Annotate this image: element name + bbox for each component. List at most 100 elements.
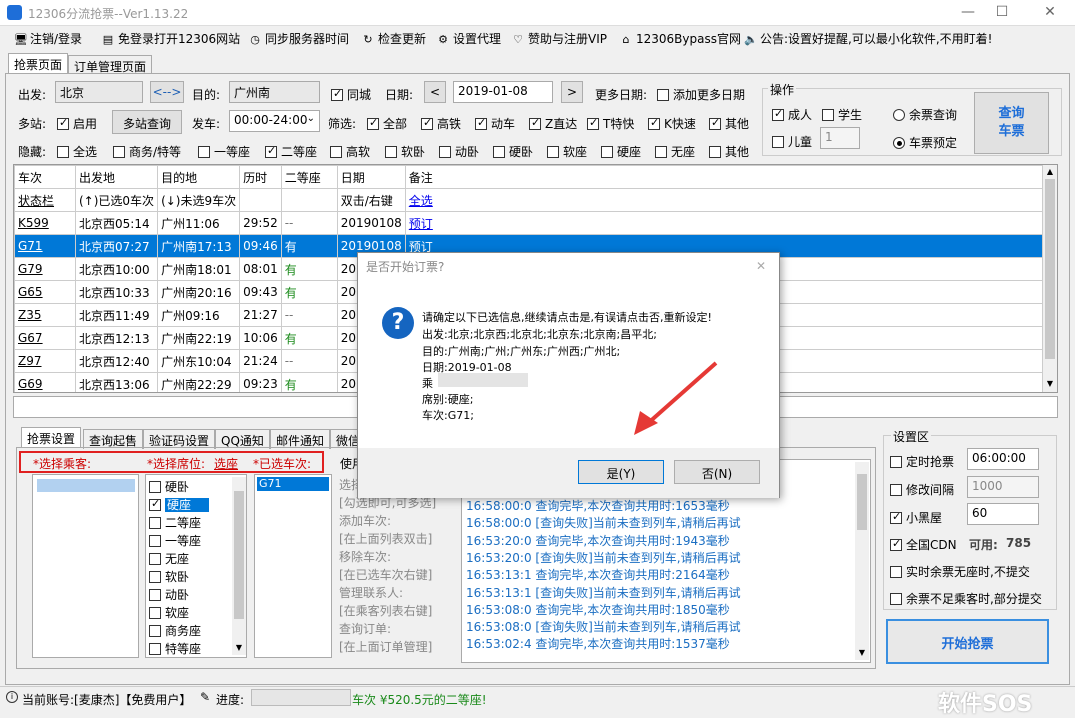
blurred-passenger[interactable] [37,479,135,492]
menu-sync-time[interactable]: ◷ 同步服务器时间 [249,30,349,48]
dark-room-checkbox[interactable]: 小黑屋 [890,509,942,526]
hide-ruanwo[interactable]: 软卧 [385,143,425,160]
filter-gaotie[interactable]: 高铁 [421,115,461,132]
hide-dongwo[interactable]: 动卧 [439,143,479,160]
seat-option[interactable]: 无座 [149,550,189,567]
menu-check-update[interactable]: ↻ 检查更新 [362,30,426,48]
hide-gaoruan[interactable]: 高软 [330,143,370,160]
close-button[interactable]: ✕ [1040,4,1060,22]
yes-button[interactable]: 是(Y) [578,460,664,484]
to-input[interactable]: 广州南 [229,81,320,103]
cell-train[interactable]: G67 [14,326,76,350]
menu-login[interactable]: 🖥 注销/登录 [14,30,82,48]
cell-train[interactable]: G71 [14,234,76,258]
menu-proxy[interactable]: ⚙ 设置代理 [437,30,501,48]
seat-option[interactable]: 商务座 [149,622,201,639]
filter-dongche[interactable]: 动车 [475,115,515,132]
student-checkbox[interactable]: 学生 [822,106,862,123]
tab-grab-settings[interactable]: 抢票设置 [21,427,82,447]
scroll-thumb[interactable] [857,474,867,530]
cell-train[interactable]: Z97 [14,349,76,373]
add-dates-checkbox[interactable]: 添加更多日期 [657,86,745,103]
tab-captcha[interactable]: 验证码设置 [143,429,216,449]
seat-checkbox[interactable] [149,607,161,619]
next-date-button[interactable]: > [561,81,583,103]
filter-other[interactable]: 其他 [709,115,749,132]
hide-second[interactable]: 二等座 [265,143,317,160]
seat-option[interactable]: 硬卧 [149,478,189,495]
no-button[interactable]: 否(N) [674,460,760,484]
menu-open-site[interactable]: ▤ 免登录打开12306网站 [102,30,240,48]
cdn-checkbox[interactable]: 全国CDN [890,536,957,553]
scroll-thumb[interactable] [234,491,244,619]
filter-all[interactable]: 全部 [367,115,407,132]
realtime-checkbox[interactable]: 实时余票无座时,不提交 [890,563,1030,580]
seat-checkbox[interactable] [149,625,161,637]
seat-option[interactable]: 软卧 [149,568,189,585]
depart-select[interactable]: 00:00-24:00 ⌄ [229,110,320,132]
seat-checkbox[interactable] [149,481,161,493]
hide-business[interactable]: 商务/特等 [113,143,181,160]
cell-train[interactable]: G69 [14,372,76,392]
adult-checkbox[interactable]: 成人 [772,106,812,123]
interval-stepper[interactable]: 1000 [967,476,1039,498]
hide-yingwo[interactable]: 硬卧 [493,143,533,160]
seat-option[interactable]: 动卧 [149,586,189,603]
col-header[interactable]: 二等座 [280,165,338,189]
child-checkbox[interactable]: 儿童 [772,133,812,150]
grid-scrollbar[interactable]: ▲ ▼ [1043,165,1057,392]
multi-query-button[interactable]: 多站查询 [112,110,182,134]
dark-room-stepper[interactable]: 60 [967,503,1039,525]
same-city-checkbox[interactable]: 同城 [331,86,371,103]
filter-t[interactable]: T特快 [587,115,634,132]
from-input[interactable]: 北京 [55,81,143,103]
tab-orders[interactable]: 订单管理页面 [68,55,153,75]
interval-checkbox[interactable]: 修改间隔 [890,481,954,498]
seat-option[interactable]: 硬座 [149,496,210,513]
hide-first[interactable]: 一等座 [198,143,250,160]
status-column-link[interactable]: 状态栏 [14,188,76,212]
hide-ruanzuo[interactable]: 软座 [547,143,587,160]
prev-date-button[interactable]: < [424,81,446,103]
date-input[interactable]: 2019-01-08 [453,81,553,103]
menu-announcement[interactable]: 🔈 公告:设置好提醒,可以最小化软件,不用盯着! [744,30,992,48]
menu-vip[interactable]: ♡ 赞助与注册VIP [512,30,607,48]
cell-train[interactable]: G65 [14,280,76,304]
seat-scrollbar[interactable]: ▼ [232,477,246,655]
filter-z[interactable]: Z直达 [529,115,577,132]
tab-query-sale[interactable]: 查询起售 [83,429,144,449]
col-header[interactable]: 车次 [14,165,76,189]
scroll-down-icon[interactable]: ▼ [232,643,246,652]
seat-option[interactable]: 一等座 [149,532,201,549]
filter-k[interactable]: K快速 [648,115,696,132]
start-grab-button[interactable]: 开始抢票 [886,619,1049,664]
tab-mail[interactable]: 邮件通知 [270,429,331,449]
hide-other[interactable]: 其他 [709,143,749,160]
query-tickets-button[interactable]: 查询 车票 [974,92,1049,154]
menu-website[interactable]: ⌂ 12306Bypass官网 [620,30,741,48]
seat-checkbox[interactable] [149,517,161,529]
cell-train[interactable]: Z35 [14,303,76,327]
col-header[interactable]: 历时 [239,165,282,189]
seat-checkbox[interactable] [149,589,161,601]
seat-option[interactable]: 二等座 [149,514,201,531]
timed-checkbox[interactable]: 定时抢票 [890,453,954,470]
select-all-link[interactable]: 全选 [404,188,1044,212]
seat-checkbox[interactable] [149,643,161,655]
seat-checkbox[interactable] [149,553,161,565]
col-header[interactable]: 备注 [404,165,1044,189]
scroll-up-icon[interactable]: ▲ [1043,167,1057,176]
hide-yingzuo[interactable]: 硬座 [601,143,641,160]
seat-checkbox[interactable] [149,535,161,547]
seat-option[interactable]: 软座 [149,604,189,621]
cell-note[interactable]: 预订 [404,211,1044,235]
hide-wuzuo[interactable]: 无座 [655,143,695,160]
col-header[interactable]: 目的地 [157,165,241,189]
scroll-down-icon[interactable]: ▼ [855,648,869,657]
remain-query-radio[interactable]: 余票查询 [893,106,957,123]
ticket-book-radio[interactable]: 车票预定 [893,134,957,151]
hide-all[interactable]: 全选 [57,143,97,160]
log-scrollbar[interactable]: ▼ [855,462,869,660]
seat-checkbox[interactable] [149,571,161,583]
scroll-thumb[interactable] [1045,179,1055,359]
